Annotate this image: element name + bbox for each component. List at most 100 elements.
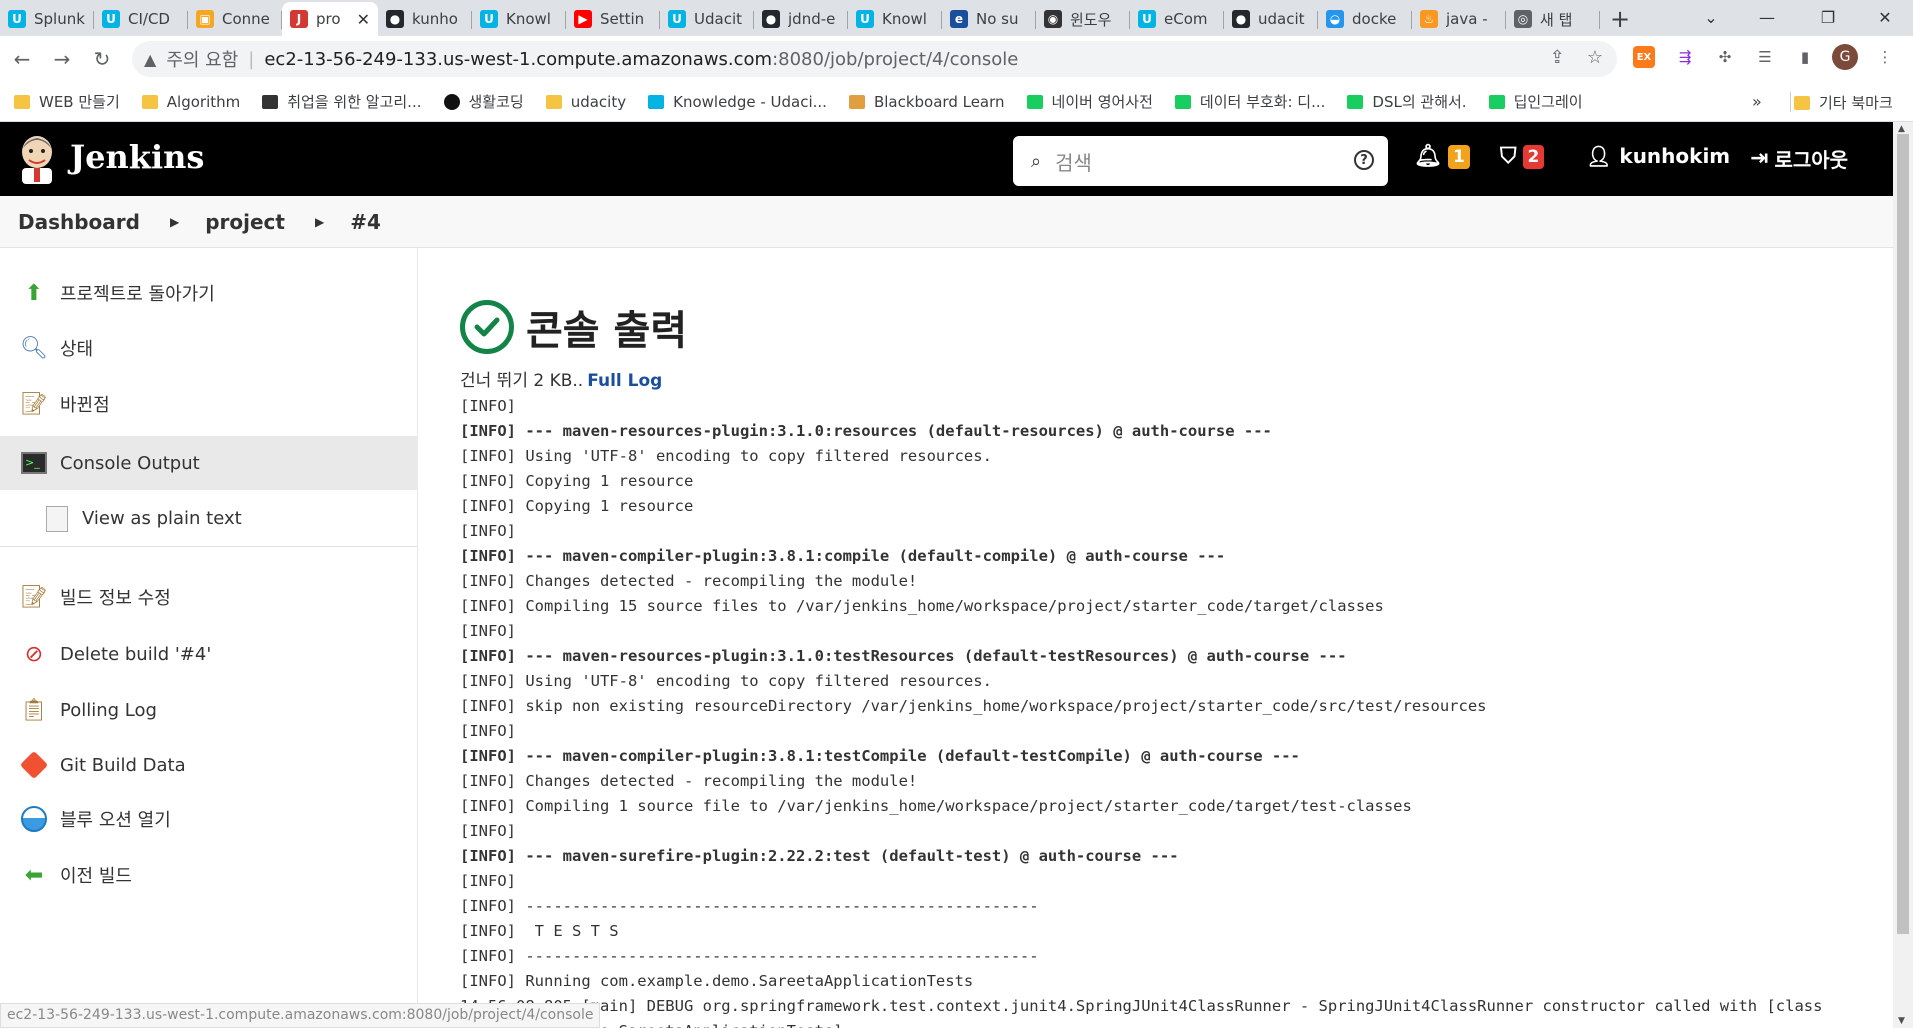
chevron-right-icon[interactable]: ▶ (315, 215, 324, 229)
sidebar-item-back-to-project[interactable]: ⬆ 프로젝트로 돌아가기 (0, 268, 418, 318)
sidebar-item-delete-build[interactable]: ⊘ Delete build '#4' (0, 629, 418, 679)
user-icon: 👤︎ (1586, 144, 1612, 168)
bookmark-item[interactable]: 생활코딩 (443, 91, 524, 112)
sidebar-item-status[interactable]: 🔍︎ 상태 (0, 323, 418, 373)
breadcrumb-project[interactable]: project (205, 210, 285, 234)
logout-label: 로그아웃 (1774, 148, 1849, 172)
extension-ex-icon[interactable]: EX (1633, 46, 1655, 68)
browser-tab[interactable]: ◒ docke (1318, 2, 1412, 36)
new-tab-button[interactable]: + (1600, 2, 1640, 36)
git-icon (19, 750, 49, 780)
browser-tab[interactable]: e No su (942, 2, 1036, 36)
browser-tab[interactable]: U Splunk (0, 2, 94, 36)
document-icon (46, 505, 68, 532)
bookmark-item[interactable]: Knowledge - Udaci... (648, 93, 827, 111)
page-scrollbar[interactable]: ▲ ▼ (1893, 122, 1913, 1028)
tab-search-button[interactable]: ⌄ (1683, 0, 1739, 34)
search-input[interactable]: 검색 (1055, 147, 1092, 176)
bookmark-item[interactable]: Blackboard Learn (848, 93, 1005, 111)
browser-tab[interactable]: U CI/CD (94, 2, 188, 36)
bookmark-item[interactable]: 취업을 위한 알고리... (262, 91, 422, 112)
bookmarks-overflow-button[interactable]: » (1752, 92, 1762, 111)
folder-icon (545, 94, 562, 109)
console-line: [INFO] Copying 1 resource (460, 472, 694, 490)
browser-tab[interactable]: U Knowl (472, 2, 566, 36)
sidebar-item-git-build-data[interactable]: Git Build Data (0, 740, 418, 790)
browser-tab[interactable]: Jpro ✕ (282, 2, 378, 36)
sidebar-item-view-plain-text[interactable]: View as plain text (0, 491, 418, 547)
chevron-right-icon[interactable]: ▶ (170, 215, 179, 229)
console-output[interactable]: [INFO] [INFO] --- maven-resources-plugin:… (460, 394, 1822, 1028)
warning-icon[interactable]: ▲ (144, 50, 156, 69)
breadcrumb-build[interactable]: #4 (350, 210, 381, 234)
security-label[interactable]: 주의 요함 (166, 46, 238, 72)
url-separator: | (248, 48, 255, 70)
browser-tab[interactable]: U Knowl (848, 2, 942, 36)
tab-label: kunho (412, 10, 458, 28)
sidebar-item-previous-build[interactable]: ⬅ 이전 빌드 (0, 850, 418, 900)
profile-avatar[interactable]: G (1832, 44, 1858, 70)
browser-tab[interactable]: ● udacit (1224, 2, 1318, 36)
close-window-button[interactable]: ✕ (1857, 0, 1913, 34)
sidebar-item-changes[interactable]: 📝︎ 바뀐점 (0, 379, 418, 429)
url-omnibox[interactable]: ▲ 주의 요함 | ec2-13-56-249-133.us-west-1.co… (132, 41, 1617, 77)
breadcrumb-dashboard[interactable]: Dashboard (18, 210, 140, 234)
restore-button[interactable]: ❐ (1800, 0, 1856, 34)
console-line: [INFO] (460, 822, 516, 840)
minimize-button[interactable]: — (1739, 0, 1795, 34)
browser-tab[interactable]: ▣ Conne (188, 2, 282, 36)
user-menu[interactable]: 👤︎ kunhokim (1586, 144, 1730, 168)
sidebar-item-label: 이전 빌드 (60, 866, 132, 887)
scroll-down-arrow-icon[interactable]: ▼ (1898, 1016, 1905, 1026)
full-log-link[interactable]: Full Log (587, 371, 662, 391)
browser-tab[interactable]: ● jdnd-e (754, 2, 848, 36)
bookmark-item[interactable]: WEB 만들기 (14, 91, 120, 112)
browser-tab[interactable]: ● kunho (378, 2, 472, 36)
back-button[interactable]: ← (2, 39, 42, 79)
forward-button[interactable]: → (42, 39, 82, 79)
tab-label: Conne (222, 10, 270, 28)
sidebar-item-label: Delete build '#4' (60, 643, 212, 665)
browser-menu-icon[interactable]: ⋮ (1872, 44, 1898, 70)
security-alerts-button[interactable]: ⛉ 2 (1500, 144, 1545, 169)
search-help-icon[interactable]: ? (1354, 150, 1374, 170)
bookmark-item[interactable]: Algorithm (141, 93, 240, 111)
console-line: [INFO] --- maven-compiler-plugin:3.8.1:c… (460, 547, 1226, 565)
browser-tab[interactable]: ▶ Settin (566, 2, 660, 36)
scrollbar-thumb[interactable] (1897, 134, 1909, 934)
bookmark-item[interactable]: 데이터 부호화: 디... (1174, 91, 1325, 112)
tab-label: pro (316, 10, 341, 28)
extension-reader-icon[interactable]: ⇶ (1672, 44, 1698, 70)
media-queue-icon[interactable]: ☰ (1752, 44, 1778, 70)
browser-tab[interactable]: ◉ 윈도우 (1036, 2, 1130, 36)
jenkins-title[interactable]: Jenkins (70, 138, 204, 176)
bookmark-item[interactable]: 네이버 영어사전 (1026, 91, 1153, 112)
browser-tab[interactable]: ◎ 새 탭 (1506, 2, 1600, 36)
bookmark-item[interactable]: udacity (545, 93, 626, 111)
extensions-puzzle-icon[interactable]: ✣ (1712, 44, 1738, 70)
search-box[interactable]: ⌕ 검색 ? (1013, 136, 1388, 186)
sidebar-item-edit-build-info[interactable]: 📝︎ 빌드 정보 수정 (0, 572, 418, 622)
other-bookmarks-folder[interactable]: 기타 북마크 (1794, 92, 1893, 113)
scroll-up-arrow-icon[interactable]: ▲ (1898, 124, 1905, 134)
bookmark-item[interactable]: 딥인그레이 (1488, 91, 1583, 112)
logout-button[interactable]: ⇥ 로그아웃 (1750, 144, 1848, 173)
tab-label: 윈도우 (1070, 10, 1112, 29)
console-line: [INFO] Using 'UTF-8' encoding to copy fi… (460, 447, 992, 465)
browser-tab[interactable]: ♨ java - (1412, 2, 1506, 36)
bookmark-item[interactable]: DSL의 관해서. (1347, 91, 1467, 112)
sidebar-item-console-output[interactable]: >_ Console Output (0, 436, 418, 490)
side-panel-icon[interactable]: ▮ (1792, 44, 1818, 70)
browser-tab[interactable]: U Udacit (660, 2, 754, 36)
bookmark-star-icon[interactable]: ☆ (1587, 47, 1603, 68)
magnifier-icon: 🔍︎ (20, 335, 48, 361)
browser-tab[interactable]: UeCom (1130, 2, 1224, 36)
jenkins-logo-icon[interactable] (18, 134, 56, 184)
sidebar-item-open-blue-ocean[interactable]: 블루 오션 열기 (0, 794, 418, 844)
reload-button[interactable]: ↻ (82, 39, 122, 79)
back-arrow-icon: ⬅ (24, 862, 44, 888)
close-tab-icon[interactable]: ✕ (357, 10, 370, 29)
share-icon[interactable]: ⇪ (1550, 47, 1565, 68)
sidebar-item-polling-log[interactable]: 📋︎ Polling Log (0, 685, 418, 735)
notifications-button[interactable]: 🔔︎ 1 (1414, 144, 1470, 169)
